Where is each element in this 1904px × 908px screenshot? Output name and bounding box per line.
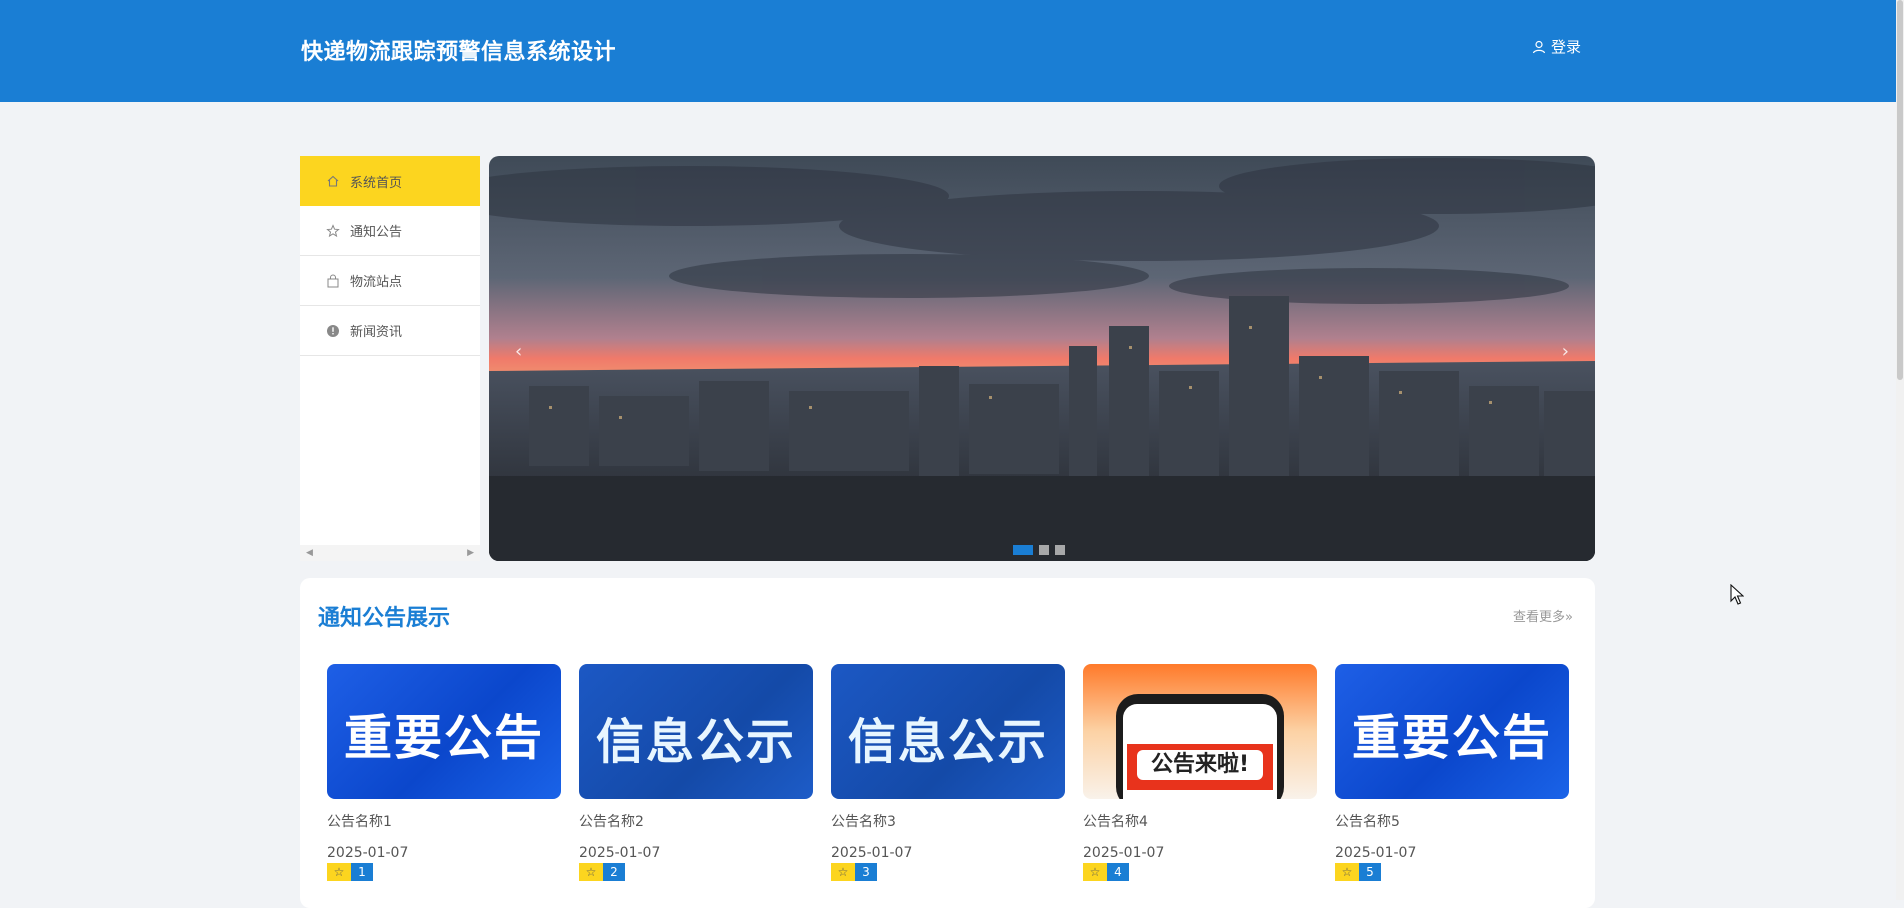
view-more-link[interactable]: 查看更多» [1513, 606, 1573, 625]
star-icon: ☆ [1335, 863, 1359, 881]
notice-section: 通知公告展示 查看更多» 重要公告 公告名称1 2025-01-07 ☆ 1 信… [300, 578, 1595, 908]
notice-date: 2025-01-07 [831, 845, 913, 861]
notice-thumbnail[interactable]: 信息公示 [579, 664, 813, 799]
mouse-cursor-icon [1730, 584, 1744, 605]
thumbnail-text: 信息公示 [595, 714, 796, 770]
thumbnail-text: 公告来啦! [1137, 750, 1263, 780]
notice-card[interactable]: 信息公示 公告名称3 2025-01-07 ☆ 3 [831, 664, 1065, 881]
phone-screen: 公告来啦! [1123, 704, 1277, 799]
hero-carousel[interactable]: ‹ › [489, 156, 1595, 561]
star-icon [326, 223, 340, 238]
favorite-count: 2 [603, 863, 625, 881]
notice-thumbnail[interactable]: 信息公示 [831, 664, 1065, 799]
notice-card[interactable]: 重要公告 公告名称5 2025-01-07 ☆ 5 [1335, 664, 1569, 881]
carousel-dot[interactable] [1039, 545, 1049, 555]
notice-card[interactable]: 重要公告 公告名称1 2025-01-07 ☆ 1 [327, 664, 561, 881]
notice-thumbnail[interactable]: 重要公告 [327, 664, 561, 799]
notice-name[interactable]: 公告名称2 [579, 811, 813, 831]
sidebar-item-stations[interactable]: 物流站点 [300, 256, 480, 306]
carousel-dot[interactable] [1013, 545, 1033, 555]
notice-name[interactable]: 公告名称4 [1083, 811, 1317, 831]
section-title: 通知公告展示 [318, 606, 451, 631]
star-icon: ☆ [831, 863, 855, 881]
home-icon [326, 174, 340, 188]
thumbnail-text: 重要公告 [343, 710, 544, 766]
sidebar-menu: 系统首页 通知公告 物流站点 新闻资讯 ◀ ▶ [300, 156, 480, 561]
notice-name[interactable]: 公告名称1 [327, 811, 561, 831]
sidebar-item-news[interactable]: 新闻资讯 [300, 306, 480, 356]
sidebar-item-label: 系统首页 [350, 175, 403, 191]
login-button[interactable]: 登录 [1532, 36, 1581, 57]
carousel-prev-button[interactable]: ‹ [515, 341, 522, 362]
notice-date: 2025-01-07 [1083, 845, 1165, 861]
favorite-badge: ☆ 1 [327, 863, 561, 881]
star-icon: ☆ [327, 863, 351, 881]
carousel-indicators [1013, 545, 1065, 555]
thumbnail-text: 重要公告 [1351, 710, 1552, 766]
notice-name[interactable]: 公告名称3 [831, 811, 1065, 831]
notice-card[interactable]: 公告来啦! 公告名称4 2025-01-07 ☆ 4 [1083, 664, 1317, 881]
favorite-count: 5 [1359, 863, 1381, 881]
star-icon: ☆ [579, 863, 603, 881]
notice-card[interactable]: 信息公示 公告名称2 2025-01-07 ☆ 2 [579, 664, 813, 881]
scrollbar-thumb[interactable] [1897, 0, 1903, 380]
sidebar-item-label: 通知公告 [350, 225, 403, 240]
bag-icon [326, 274, 340, 288]
favorite-badge: ☆ 3 [831, 863, 1065, 881]
sidebar-horizontal-scrollbar[interactable]: ◀ ▶ [300, 545, 480, 561]
thumbnail-text: 信息公示 [847, 714, 1048, 770]
favorite-badge: ☆ 2 [579, 863, 813, 881]
login-label: 登录 [1551, 38, 1582, 56]
sidebar-item-label: 新闻资讯 [350, 325, 403, 340]
notice-thumbnail[interactable]: 重要公告 [1335, 664, 1569, 799]
notice-date: 2025-01-07 [1335, 845, 1417, 861]
city-skyline-image [489, 156, 1595, 561]
top-header: 快递物流跟踪预警信息系统设计 登录 [0, 0, 1904, 102]
favorite-badge: ☆ 5 [1335, 863, 1569, 881]
scroll-left-icon[interactable]: ◀ [306, 548, 313, 558]
site-title: 快递物流跟踪预警信息系统设计 [301, 40, 617, 65]
favorite-count: 3 [855, 863, 877, 881]
carousel-next-button[interactable]: › [1562, 341, 1569, 362]
notice-name[interactable]: 公告名称5 [1335, 811, 1569, 831]
page-scrollbar[interactable] [1896, 0, 1904, 900]
user-icon [1532, 40, 1546, 54]
favorite-count: 1 [351, 863, 373, 881]
info-icon [326, 324, 340, 338]
scroll-right-icon[interactable]: ▶ [467, 548, 474, 558]
sidebar-item-home[interactable]: 系统首页 [300, 156, 480, 206]
star-icon: ☆ [1083, 863, 1107, 881]
sidebar-item-notices[interactable]: 通知公告 [300, 206, 480, 256]
notice-thumbnail[interactable]: 公告来啦! [1083, 664, 1317, 799]
favorite-badge: ☆ 4 [1083, 863, 1317, 881]
phone-illustration: 公告来啦! [1116, 694, 1284, 799]
favorite-count: 4 [1107, 863, 1129, 881]
sidebar-item-label: 物流站点 [350, 275, 403, 290]
notice-date: 2025-01-07 [579, 845, 661, 861]
notice-date: 2025-01-07 [327, 845, 409, 861]
carousel-dot[interactable] [1055, 545, 1065, 555]
